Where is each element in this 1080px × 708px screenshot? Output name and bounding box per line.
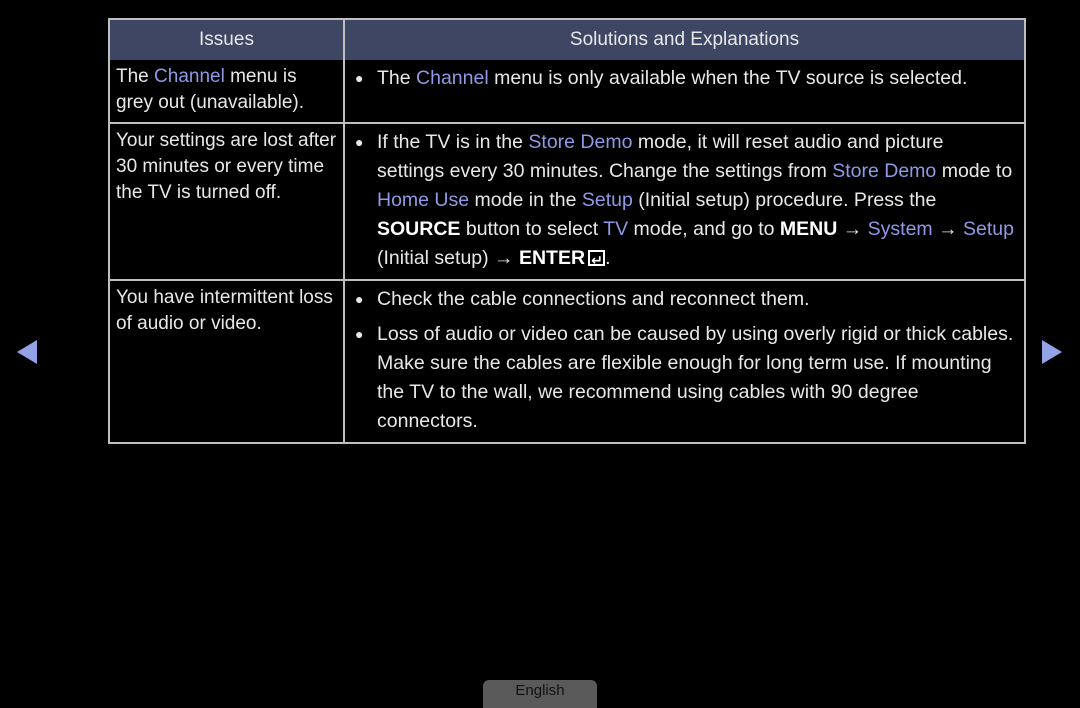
text-run: →	[837, 218, 868, 240]
troubleshooting-table: Issues Solutions and Explanations The Ch…	[108, 18, 1026, 444]
column-header-solutions: Solutions and Explanations	[569, 29, 800, 50]
menu-term: TV	[603, 218, 629, 240]
button-term: SOURCE	[377, 218, 461, 240]
text-run: button to select	[460, 218, 604, 240]
menu-term: Channel	[154, 66, 225, 87]
solution-bullet: ● The Channel menu is only available when…	[353, 64, 1016, 93]
triangle-right-icon[interactable]	[1042, 340, 1062, 364]
language-button[interactable]: English	[483, 680, 597, 708]
text-run: mode in the	[469, 189, 582, 211]
menu-term: Setup	[581, 189, 633, 211]
solution-text: Loss of audio or video can be caused by …	[377, 320, 1016, 436]
text-run: If the TV is in the	[377, 131, 529, 153]
button-term: MENU	[779, 218, 838, 240]
text-run: mode to	[936, 160, 1013, 182]
menu-term: Store Demo	[832, 160, 937, 182]
solution-bullet: ● Check the cable connections and reconne…	[353, 285, 1016, 314]
bullet-icon: ●	[355, 134, 364, 150]
issue-cell: The Channel menu is grey out (unavailabl…	[110, 60, 345, 122]
table-row: The Channel menu is grey out (unavailabl…	[110, 60, 1024, 122]
text-run: The	[377, 67, 417, 89]
text-run: (Initial setup) →	[377, 247, 519, 269]
solution-bullet: ● Loss of audio or video can be caused by…	[353, 320, 1016, 436]
text-run: Your settings are lost after 30 minutes …	[116, 130, 337, 203]
menu-term: Store Demo	[528, 131, 633, 153]
text-run: Check the cable connections and reconnec…	[377, 288, 810, 310]
text-run: menu is only available when the TV sourc…	[488, 67, 968, 89]
solution-text: Check the cable connections and reconnec…	[377, 285, 1016, 314]
table-header-row: Issues Solutions and Explanations	[110, 20, 1024, 60]
menu-term: Home Use	[377, 189, 470, 211]
solution-cell: ● Check the cable connections and reconne…	[345, 281, 1024, 442]
menu-term: System	[867, 218, 933, 240]
bullet-icon: ●	[355, 326, 364, 342]
text-run: You have intermittent loss of audio or v…	[116, 287, 333, 334]
solution-cell: ● The Channel menu is only available when…	[345, 60, 1024, 122]
table-row: You have intermittent loss of audio or v…	[110, 279, 1024, 442]
menu-term: Channel	[416, 67, 489, 89]
text-run: (Initial setup) procedure. Press the	[632, 189, 937, 211]
text-run: Loss of audio or video can be caused by …	[377, 323, 1014, 432]
solution-cell: ● If the TV is in the Store Demo mode, it…	[345, 124, 1024, 279]
bullet-icon: ●	[355, 70, 364, 86]
column-header-issues: Issues	[110, 20, 345, 60]
solution-bullet: ● If the TV is in the Store Demo mode, it…	[353, 128, 1016, 275]
text-run: The	[116, 66, 155, 87]
bullet-icon: ●	[355, 291, 364, 307]
issue-cell: You have intermittent loss of audio or v…	[110, 281, 345, 442]
solution-text: The Channel menu is only available when …	[377, 64, 1016, 93]
text-run: .	[605, 247, 611, 269]
text-run: →	[932, 218, 964, 240]
menu-term: Setup	[963, 218, 1014, 240]
solution-text: If the TV is in the Store Demo mode, it …	[377, 128, 1016, 275]
button-term: ENTER	[518, 247, 586, 269]
triangle-left-icon[interactable]	[17, 340, 37, 364]
enter-icon	[588, 246, 606, 275]
text-run: mode, and go to	[628, 218, 780, 240]
issue-cell: Your settings are lost after 30 minutes …	[110, 124, 345, 279]
table-row: Your settings are lost after 30 minutes …	[110, 122, 1024, 279]
